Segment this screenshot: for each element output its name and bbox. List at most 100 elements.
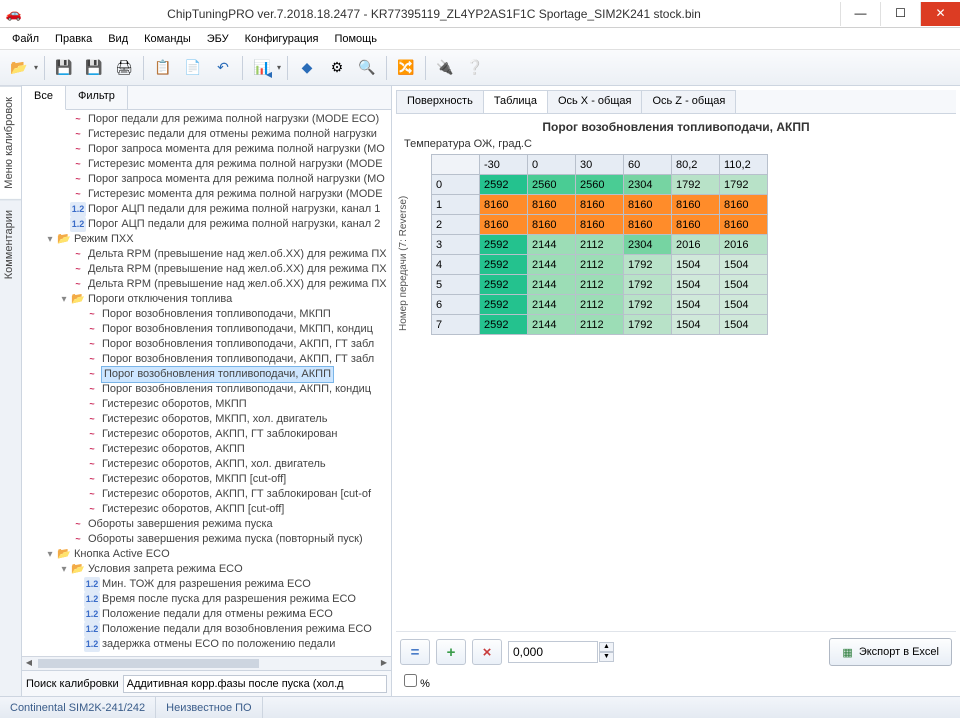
tree-hscrollbar[interactable]: ◀▶ bbox=[22, 656, 391, 670]
cell[interactable]: 8160 bbox=[528, 215, 576, 235]
cell[interactable]: 2592 bbox=[480, 275, 528, 295]
reset-map-icon[interactable]: 📊 bbox=[249, 55, 275, 81]
cell[interactable]: 1504 bbox=[720, 295, 768, 315]
cell[interactable]: 1504 bbox=[720, 255, 768, 275]
tree-item[interactable]: Обороты завершения режима пуска (повторн… bbox=[28, 532, 391, 547]
cell[interactable]: 8160 bbox=[576, 215, 624, 235]
tree-item[interactable]: Порог возобновления топливоподачи, АКПП,… bbox=[28, 382, 391, 397]
cell[interactable]: 2560 bbox=[576, 175, 624, 195]
cell[interactable]: 8160 bbox=[624, 215, 672, 235]
tree-item[interactable]: Гистерезис педали для отмены режима полн… bbox=[28, 127, 391, 142]
tree-item[interactable]: Гистерезис оборотов, МКПП bbox=[28, 397, 391, 412]
cell[interactable]: 2144 bbox=[528, 315, 576, 335]
tree-item[interactable]: Гистерезис момента для режима полной наг… bbox=[28, 187, 391, 202]
tree-item[interactable]: Гистерезис оборотов, АКПП, хол. двигател… bbox=[28, 457, 391, 472]
cell[interactable]: 2592 bbox=[480, 235, 528, 255]
cell[interactable]: 8160 bbox=[576, 195, 624, 215]
cell[interactable]: 2592 bbox=[480, 315, 528, 335]
cell[interactable]: 1504 bbox=[720, 275, 768, 295]
tree-item[interactable]: Гистерезис оборотов, МКПП, хол. двигател… bbox=[28, 412, 391, 427]
save-as-icon[interactable]: 💾 bbox=[81, 55, 107, 81]
tree-item[interactable]: ▾📂Кнопка Active ECO bbox=[28, 547, 391, 562]
tree-item[interactable]: Порог возобновления топливоподачи, МКПП,… bbox=[28, 322, 391, 337]
minimize-button[interactable]: — bbox=[840, 2, 880, 26]
cell[interactable]: 2592 bbox=[480, 255, 528, 275]
open-icon[interactable]: 📂 bbox=[6, 55, 32, 81]
undo-icon[interactable]: ↶ bbox=[210, 55, 236, 81]
save-icon[interactable]: 💾 bbox=[51, 55, 77, 81]
cell[interactable]: 2144 bbox=[528, 255, 576, 275]
equals-button[interactable]: = bbox=[400, 639, 430, 665]
cell[interactable]: 1504 bbox=[672, 295, 720, 315]
vtab-comments[interactable]: Комментарии bbox=[0, 199, 21, 289]
cell[interactable]: 8160 bbox=[720, 195, 768, 215]
cell[interactable]: 2112 bbox=[576, 295, 624, 315]
help-icon[interactable]: ❔ bbox=[462, 55, 488, 81]
menu-commands[interactable]: Команды bbox=[136, 31, 199, 47]
menu-ecu[interactable]: ЭБУ bbox=[199, 31, 237, 47]
cell[interactable]: 2304 bbox=[624, 235, 672, 255]
tree-item[interactable]: Дельта RPM (превышение над жел.об.ХХ) дл… bbox=[28, 262, 391, 277]
vtab-calibrations[interactable]: Меню калибровок bbox=[0, 86, 21, 199]
zoom-icon[interactable]: 🔍 bbox=[354, 55, 380, 81]
search-input[interactable] bbox=[123, 675, 387, 693]
tree-item[interactable]: Гистерезис оборотов, МКПП [cut-off] bbox=[28, 472, 391, 487]
tree-item[interactable]: Обороты завершения режима пуска bbox=[28, 517, 391, 532]
tree-item[interactable]: Гистерезис оборотов, АКПП, ГТ заблокиров… bbox=[28, 427, 391, 442]
cell[interactable]: 2592 bbox=[480, 295, 528, 315]
tree-item[interactable]: 1.2Мин. ТОЖ для разрешения режима ECO bbox=[28, 577, 391, 592]
menu-config[interactable]: Конфигурация bbox=[237, 31, 327, 47]
tree-item[interactable]: Гистерезис оборотов, АКПП, ГТ заблокиров… bbox=[28, 487, 391, 502]
diamond-icon[interactable]: ◆ bbox=[294, 55, 320, 81]
maximize-button[interactable]: ☐ bbox=[880, 2, 920, 26]
menu-file[interactable]: Файл bbox=[4, 31, 47, 47]
tree-item[interactable]: 1.2задержка отмены ECO по положению педа… bbox=[28, 637, 391, 652]
tree-item[interactable]: Дельта RPM (превышение над жел.об.ХХ) дл… bbox=[28, 277, 391, 292]
tree-item[interactable]: Порог возобновления топливоподачи, МКПП bbox=[28, 307, 391, 322]
tab-table[interactable]: Таблица bbox=[483, 90, 548, 113]
menu-help[interactable]: Помощь bbox=[326, 31, 385, 47]
cell[interactable]: 2592 bbox=[480, 175, 528, 195]
cell[interactable]: 8160 bbox=[480, 215, 528, 235]
spin-down[interactable]: ▼ bbox=[599, 652, 614, 662]
cell[interactable]: 8160 bbox=[528, 195, 576, 215]
cell[interactable]: 8160 bbox=[672, 195, 720, 215]
cell[interactable]: 1504 bbox=[720, 315, 768, 335]
cell[interactable]: 8160 bbox=[480, 195, 528, 215]
tab-all[interactable]: Все bbox=[22, 86, 66, 110]
cell[interactable]: 8160 bbox=[720, 215, 768, 235]
cell[interactable]: 2112 bbox=[576, 315, 624, 335]
tree-item[interactable]: 1.2Время после пуска для разрешения режи… bbox=[28, 592, 391, 607]
tab-axis-x[interactable]: Ось X - общая bbox=[547, 90, 643, 113]
cell[interactable]: 1792 bbox=[624, 275, 672, 295]
cell[interactable]: 2144 bbox=[528, 235, 576, 255]
paste-icon[interactable]: 📄 bbox=[180, 55, 206, 81]
tab-surface[interactable]: Поверхность bbox=[396, 90, 484, 113]
cell[interactable]: 1792 bbox=[624, 255, 672, 275]
tree-item[interactable]: Гистерезис момента для режима полной наг… bbox=[28, 157, 391, 172]
tree-item[interactable]: 1.2Порог АЦП педали для режима полной на… bbox=[28, 202, 391, 217]
tree-item[interactable]: 1.2Положение педали для отмены режима EC… bbox=[28, 607, 391, 622]
tree-item[interactable]: ▾📂Пороги отключения топлива bbox=[28, 292, 391, 307]
tree-item[interactable]: Порог запроса момента для режима полной … bbox=[28, 172, 391, 187]
multiply-button[interactable]: × bbox=[472, 639, 502, 665]
value-input[interactable] bbox=[508, 641, 598, 663]
menu-view[interactable]: Вид bbox=[100, 31, 136, 47]
cell[interactable]: 2016 bbox=[720, 235, 768, 255]
cell[interactable]: 1792 bbox=[624, 295, 672, 315]
tree-item[interactable]: ▾📂Режим ПХХ bbox=[28, 232, 391, 247]
copy-icon[interactable]: 📋 bbox=[150, 55, 176, 81]
print-icon[interactable]: 🖨 bbox=[111, 55, 137, 81]
cell[interactable]: 1504 bbox=[672, 275, 720, 295]
cell[interactable]: 2560 bbox=[528, 175, 576, 195]
menu-edit[interactable]: Правка bbox=[47, 31, 100, 47]
cell[interactable]: 2112 bbox=[576, 235, 624, 255]
tree-item[interactable]: 1.2Положение педали для возобновления ре… bbox=[28, 622, 391, 637]
close-button[interactable]: ✕ bbox=[920, 2, 960, 26]
cell[interactable]: 1792 bbox=[720, 175, 768, 195]
data-table[interactable]: -300306080,2110,202592256025602304179217… bbox=[431, 154, 768, 335]
tree-item[interactable]: Порог возобновления топливоподачи, АКПП,… bbox=[28, 337, 391, 352]
cell[interactable]: 1792 bbox=[624, 315, 672, 335]
cell[interactable]: 2144 bbox=[528, 275, 576, 295]
cell[interactable]: 1504 bbox=[672, 315, 720, 335]
